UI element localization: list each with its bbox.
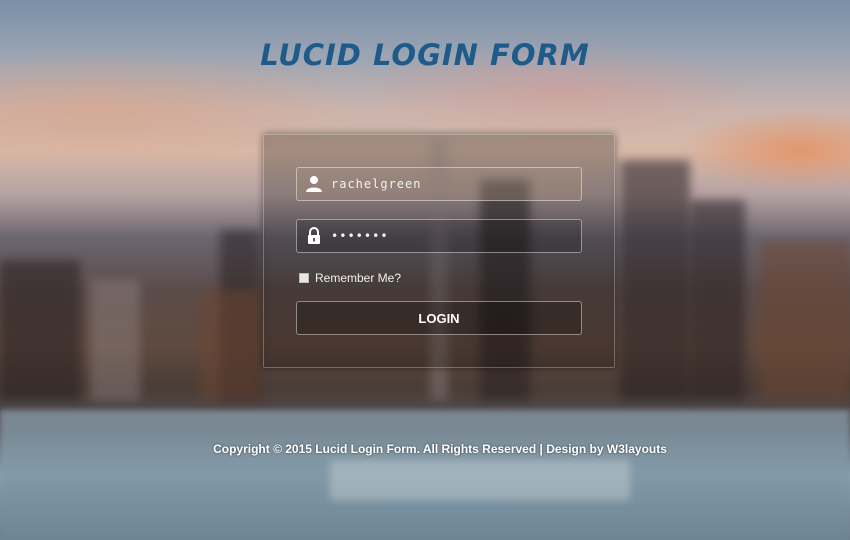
background-building [0,260,80,400]
lock-icon [305,227,323,245]
remember-me[interactable]: Remember Me? [299,270,401,286]
footer-copyright: Copyright © 2015 Lucid Login Form. All R… [213,442,667,456]
background-pier [330,460,630,500]
remember-me-label: Remember Me? [315,271,402,285]
username-field-container [296,167,582,201]
user-icon [305,175,323,193]
background-building [200,290,260,400]
username-input[interactable] [331,168,571,200]
page-title: LUCID LOGIN FORM [260,38,590,72]
remember-me-checkbox[interactable] [299,273,309,283]
password-field-container [296,219,582,253]
password-input[interactable] [331,220,571,252]
login-panel: Remember Me? LOGIN [263,134,615,368]
background-building [620,160,690,400]
login-button[interactable]: LOGIN [296,301,582,335]
background-building [90,280,140,400]
background-building [690,200,745,400]
background-building [760,240,850,400]
